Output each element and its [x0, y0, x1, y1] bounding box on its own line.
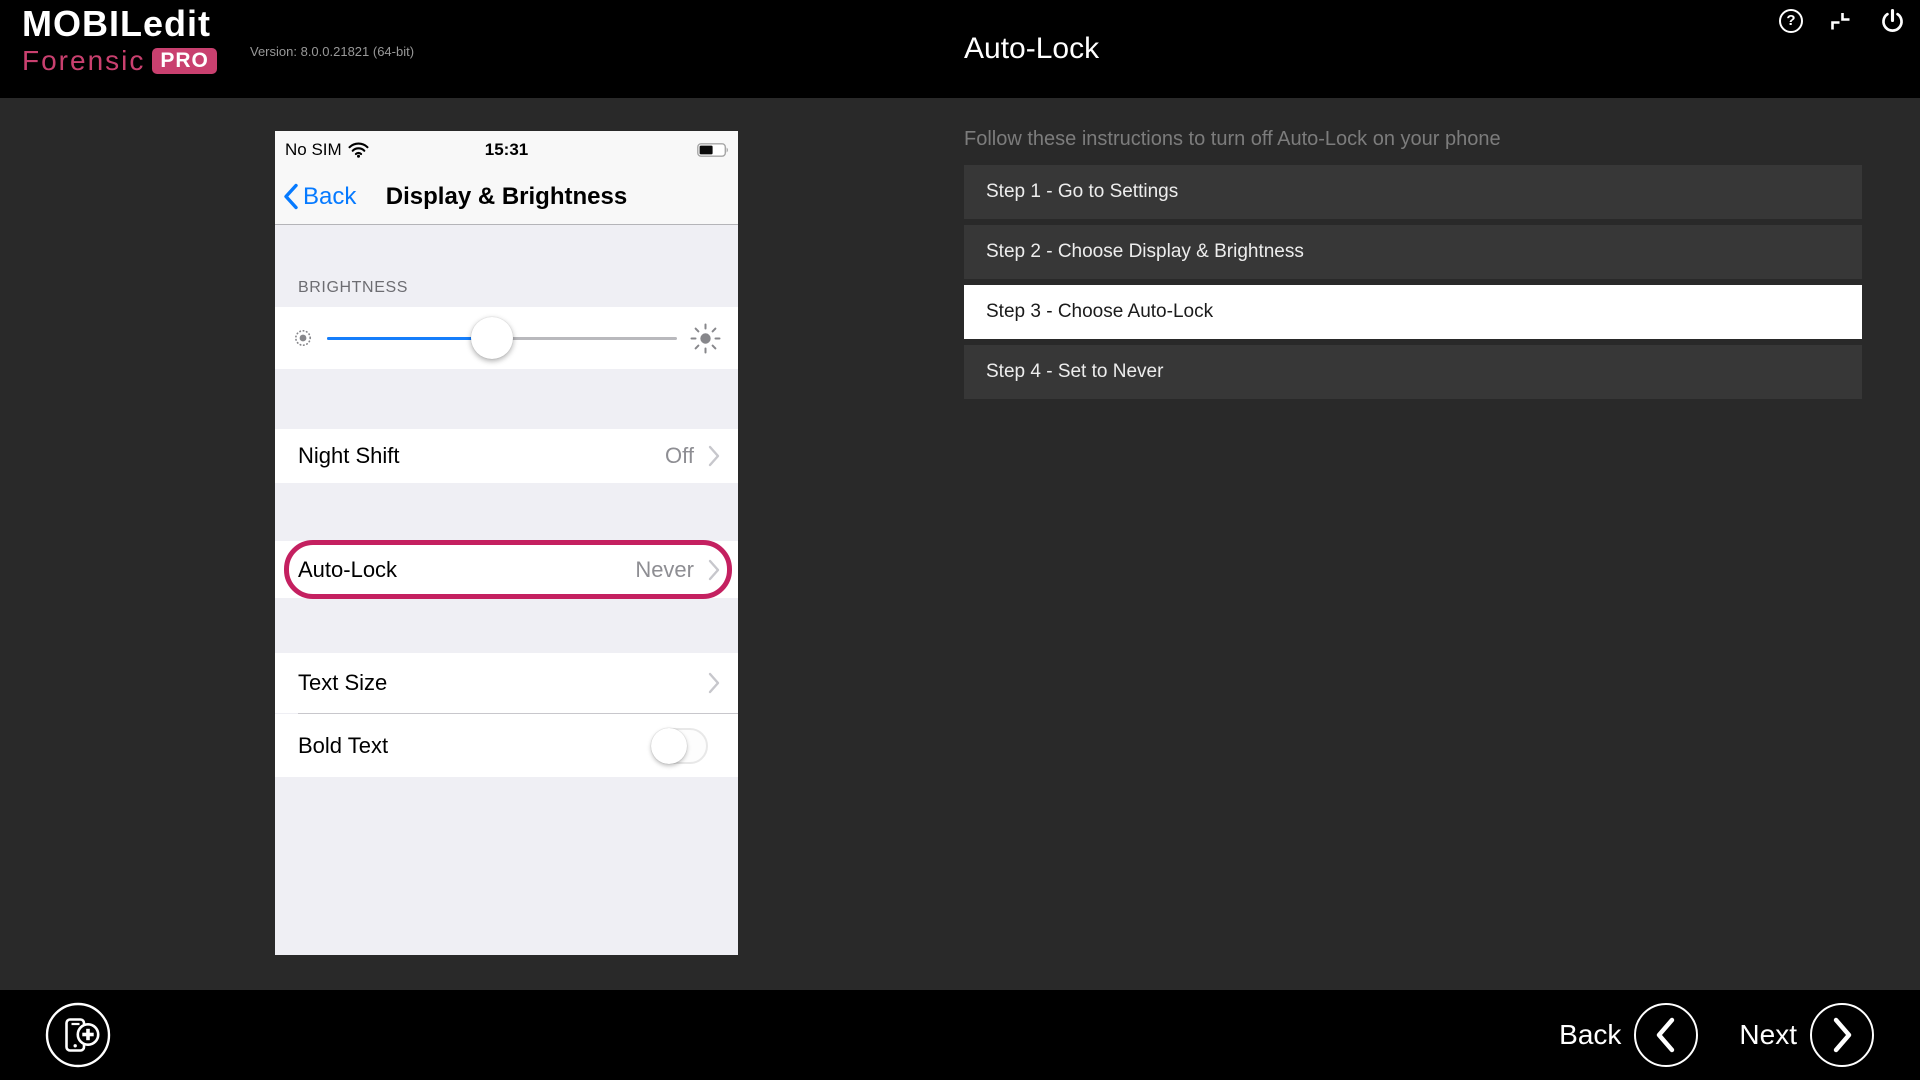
back-button[interactable] [1633, 1002, 1699, 1068]
help-icon: ? [1779, 9, 1803, 33]
instructions-subtitle: Follow these instructions to turn off Au… [964, 128, 1501, 151]
app-header: MOBILedit Forensic PRO Version: 8.0.0.21… [0, 0, 1920, 98]
bold-text-toggle[interactable] [651, 728, 708, 764]
chevron-right-icon [708, 559, 720, 581]
app-logo: MOBILedit Forensic PRO [22, 6, 217, 75]
battery-icon [697, 143, 730, 157]
power-icon [1879, 8, 1906, 35]
brightness-section-label: BRIGHTNESS [298, 279, 408, 297]
main-area: No SIM 15:31 [0, 98, 1920, 990]
brightness-high-icon [690, 323, 721, 354]
help-button[interactable]: ? [1779, 9, 1803, 33]
text-size-label: Text Size [298, 670, 708, 696]
step-4-item[interactable]: Step 4 - Set to Never [964, 345, 1862, 399]
section-spacer [275, 598, 738, 653]
logo-pro-badge: PRO [152, 48, 217, 74]
brightness-low-icon [292, 327, 314, 349]
brightness-slider-row [275, 307, 738, 369]
dock-window-icon [1829, 9, 1853, 33]
dock-window-button[interactable] [1829, 9, 1853, 33]
phone-status-bar: No SIM 15:31 [275, 131, 738, 169]
phone-page-title: Display & Brightness [275, 183, 738, 211]
text-size-row[interactable]: Text Size [275, 653, 738, 713]
next-button-label: Next [1739, 1019, 1797, 1051]
page-title: Auto-Lock [964, 32, 1099, 66]
auto-lock-value: Never [635, 557, 694, 583]
app-window: MOBILedit Forensic PRO Version: 8.0.0.21… [0, 0, 1920, 1080]
auto-lock-row[interactable]: Auto-Lock Never [275, 541, 738, 598]
power-button[interactable] [1879, 8, 1906, 35]
chevron-left-circle-icon [1633, 1002, 1699, 1068]
clock-label: 15:31 [275, 140, 738, 160]
add-phone-button[interactable] [44, 1001, 112, 1069]
logo-forensic: Forensic [22, 47, 145, 75]
night-shift-label: Night Shift [298, 443, 665, 469]
night-shift-row[interactable]: Night Shift Off [275, 429, 738, 483]
bold-text-label: Bold Text [298, 733, 651, 759]
section-spacer [275, 369, 738, 429]
footer-bar: Back Next [0, 990, 1920, 1080]
steps-list: Step 1 - Go to Settings Step 2 - Choose … [964, 165, 1862, 405]
auto-lock-label: Auto-Lock [298, 557, 635, 583]
chevron-right-icon [708, 672, 720, 694]
brightness-slider-thumb[interactable] [471, 317, 513, 359]
phone-nav-bar: Back Display & Brightness [275, 169, 738, 224]
back-button-label: Back [1559, 1019, 1621, 1051]
logo-mobiledit: MOBILedit [22, 6, 217, 42]
brightness-slider-track[interactable] [327, 337, 677, 340]
step-1-item[interactable]: Step 1 - Go to Settings [964, 165, 1862, 219]
section-spacer [275, 483, 738, 541]
bold-text-row: Bold Text [275, 714, 738, 777]
next-button[interactable] [1809, 1002, 1875, 1068]
brightness-section-header: BRIGHTNESS [275, 225, 738, 307]
chevron-right-icon [708, 445, 720, 467]
night-shift-value: Off [665, 443, 694, 469]
chevron-right-circle-icon [1809, 1002, 1875, 1068]
phone-screenshot: No SIM 15:31 [275, 131, 738, 955]
toggle-knob [651, 728, 687, 764]
phone-empty-area [275, 777, 738, 955]
step-2-item[interactable]: Step 2 - Choose Display & Brightness [964, 225, 1862, 279]
step-3-item-active[interactable]: Step 3 - Choose Auto-Lock [964, 285, 1862, 339]
version-text: Version: 8.0.0.21821 (64-bit) [250, 44, 414, 59]
brightness-slider-fill [327, 337, 492, 340]
add-phone-icon [44, 1001, 112, 1069]
